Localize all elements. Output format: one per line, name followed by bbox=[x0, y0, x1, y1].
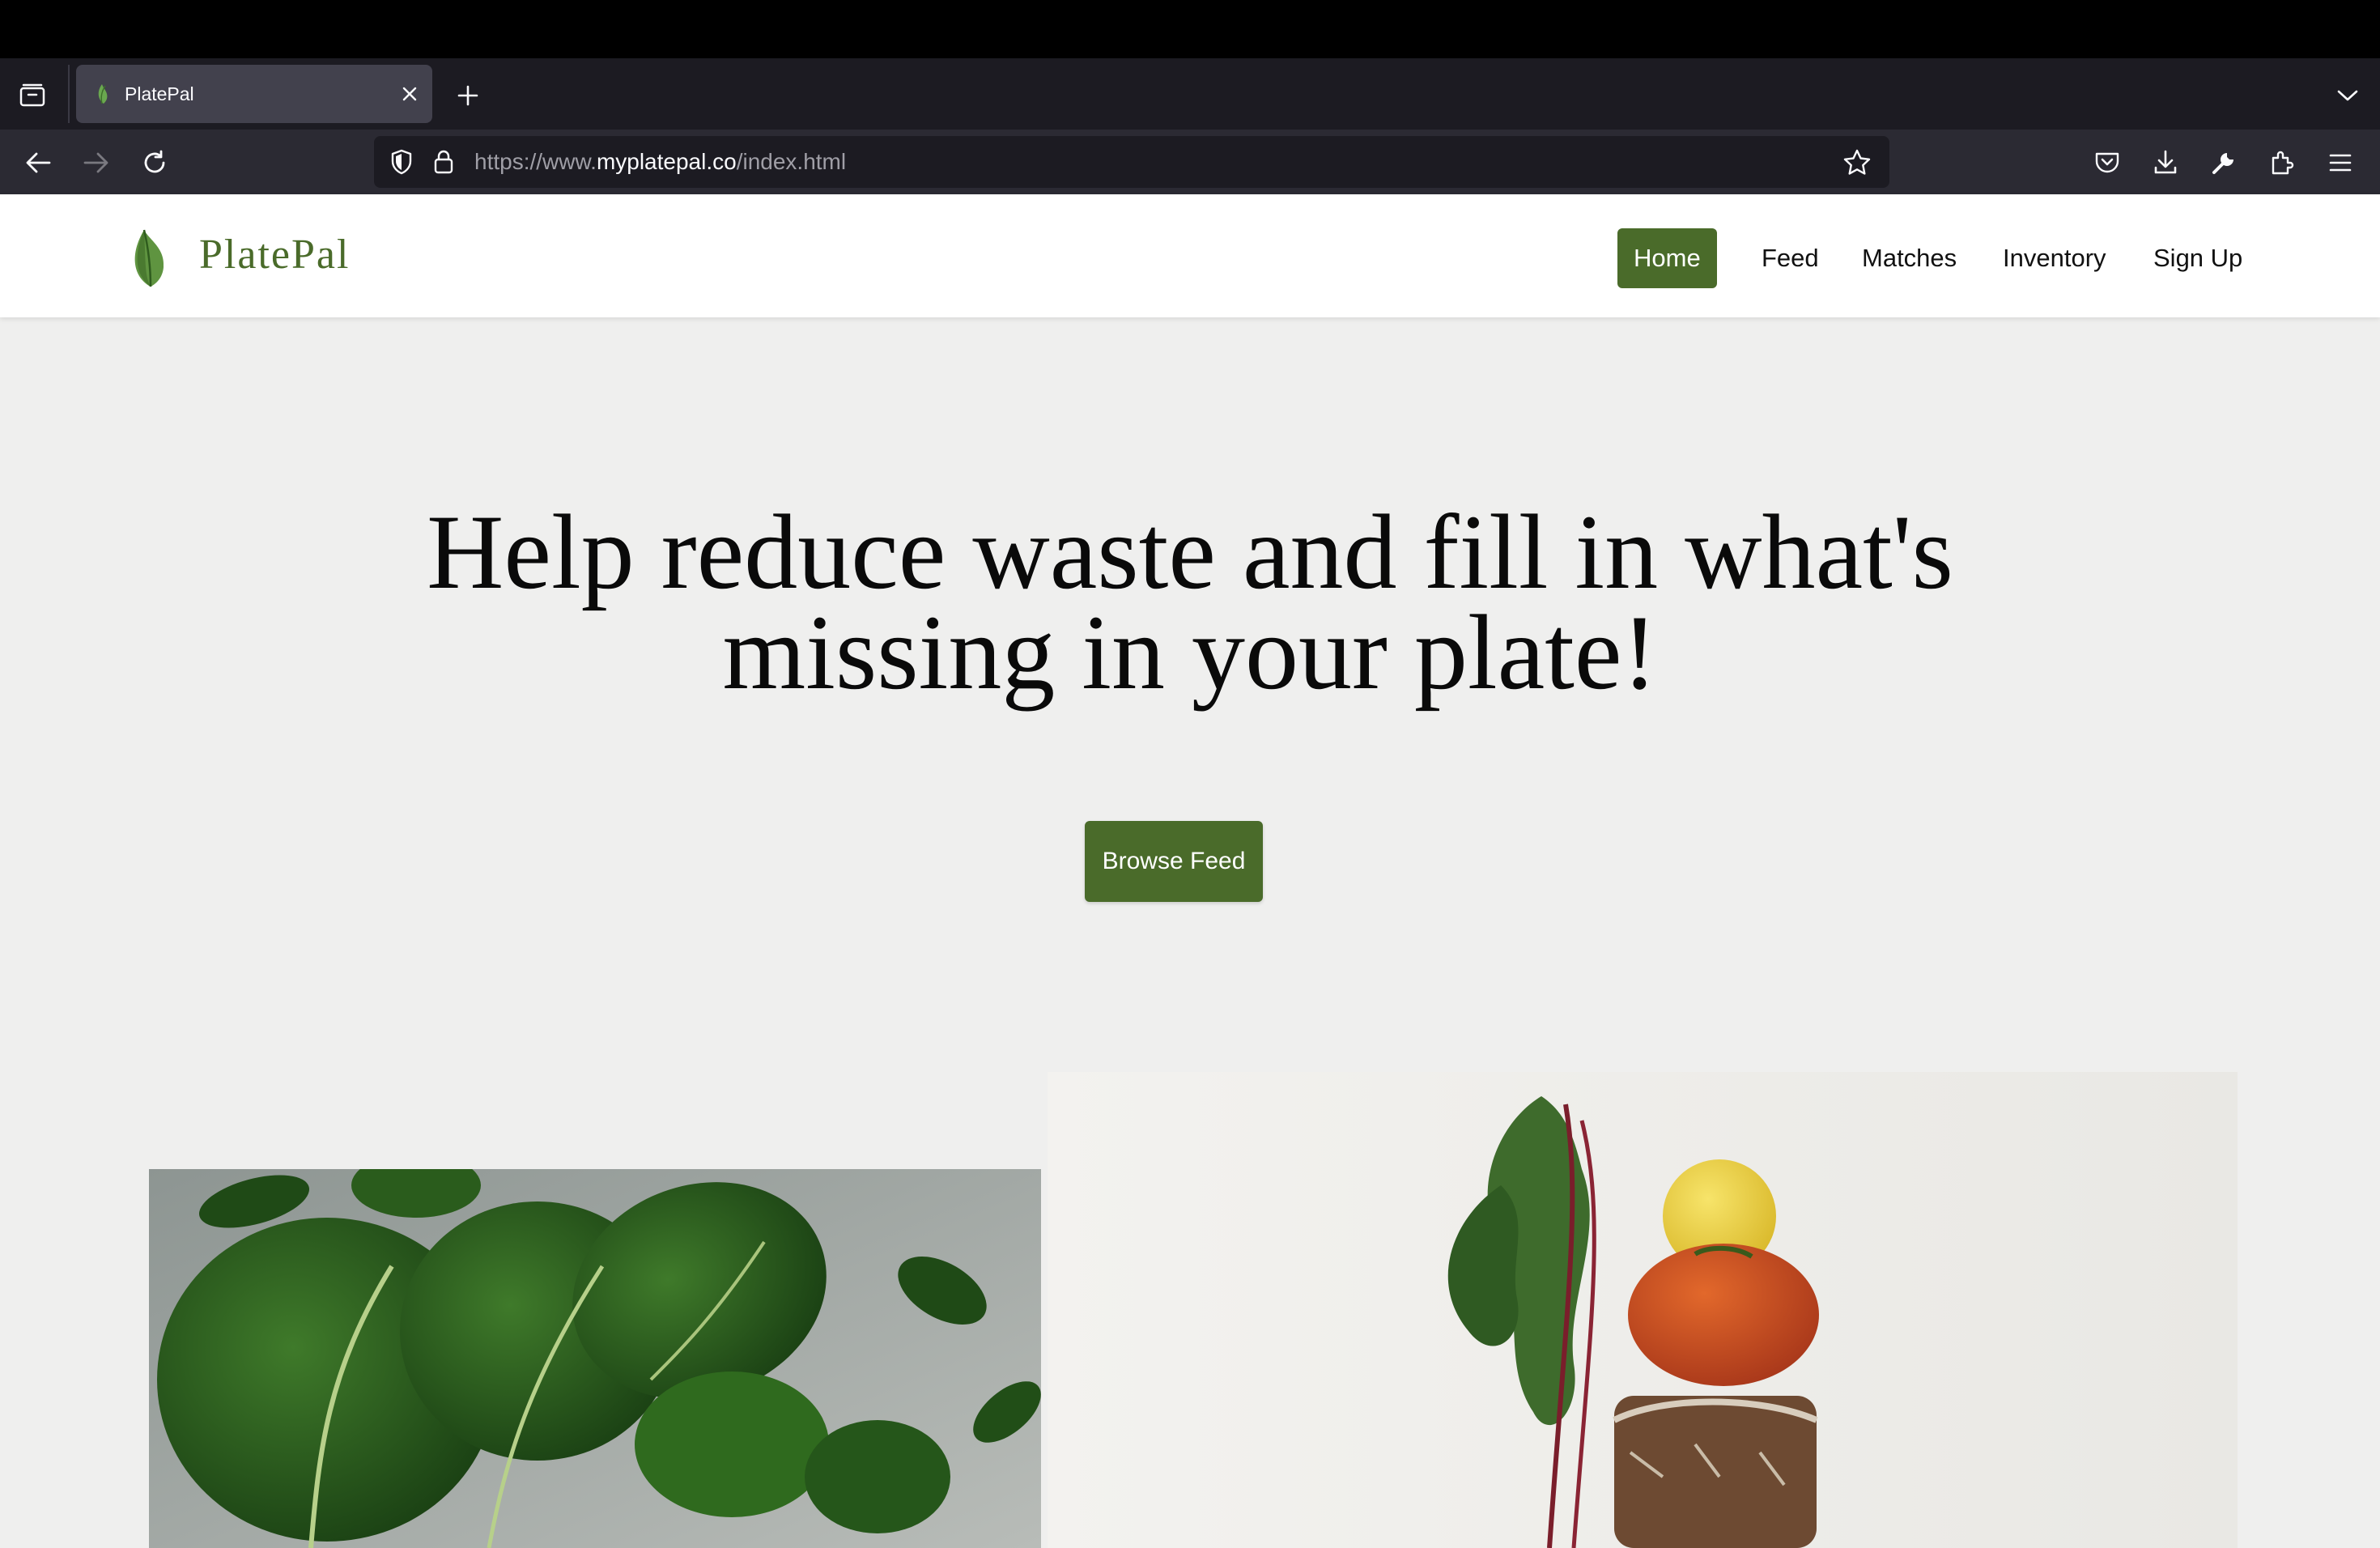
nav-inventory[interactable]: Inventory bbox=[1987, 228, 2123, 288]
site-header: PlatePal Home Feed Matches Inventory Sig… bbox=[0, 194, 2380, 317]
hamburger-icon[interactable] bbox=[2320, 142, 2361, 183]
browser-tab[interactable]: PlatePal bbox=[76, 65, 432, 123]
puzzle-icon[interactable] bbox=[2262, 142, 2302, 183]
system-top-bar bbox=[0, 0, 2380, 58]
arrow-right-icon[interactable] bbox=[76, 142, 117, 183]
pocket-icon[interactable] bbox=[2087, 142, 2127, 183]
chevron-down-icon[interactable] bbox=[2330, 78, 2365, 113]
leafy-greens-image bbox=[149, 1169, 1041, 1548]
nav-matches[interactable]: Matches bbox=[1846, 228, 1973, 288]
download-icon[interactable] bbox=[2145, 142, 2186, 183]
tab-separator bbox=[68, 65, 70, 123]
reload-icon[interactable] bbox=[134, 142, 175, 183]
browser-toolbar: https://www.myplatepal.co/index.html bbox=[0, 130, 2380, 194]
tab-title: PlatePal bbox=[125, 83, 194, 104]
browse-feed-button[interactable]: Browse Feed bbox=[1085, 821, 1263, 902]
tab-overview-icon[interactable] bbox=[15, 79, 50, 112]
nav-signup[interactable]: Sign Up bbox=[2137, 228, 2259, 288]
url-text[interactable]: https://www.myplatepal.co/index.html bbox=[474, 147, 846, 176]
url-prefix: https://www. bbox=[474, 149, 597, 174]
brand-logo-text[interactable]: PlatePal bbox=[199, 227, 350, 283]
address-bar[interactable]: https://www.myplatepal.co/index.html bbox=[374, 136, 1889, 188]
arrow-left-icon[interactable] bbox=[18, 142, 58, 183]
shield-icon[interactable] bbox=[385, 146, 418, 178]
tab-strip: PlatePal bbox=[0, 58, 2380, 130]
leaf-logo-icon[interactable] bbox=[126, 223, 178, 288]
url-path: /index.html bbox=[736, 149, 847, 174]
wrench-icon[interactable] bbox=[2204, 142, 2244, 183]
star-icon[interactable] bbox=[1839, 146, 1875, 178]
lock-icon[interactable] bbox=[427, 146, 460, 178]
nav-home[interactable]: Home bbox=[1617, 228, 1717, 288]
url-host: myplatepal.co bbox=[596, 149, 737, 174]
nav-feed[interactable]: Feed bbox=[1745, 228, 1835, 288]
leaf-favicon-icon bbox=[92, 83, 115, 105]
produce-stack-image bbox=[1048, 1072, 2238, 1548]
plus-icon[interactable] bbox=[450, 78, 486, 113]
close-icon[interactable] bbox=[393, 78, 426, 110]
hero-title: Help reduce waste and fill in what's mis… bbox=[427, 492, 1953, 712]
